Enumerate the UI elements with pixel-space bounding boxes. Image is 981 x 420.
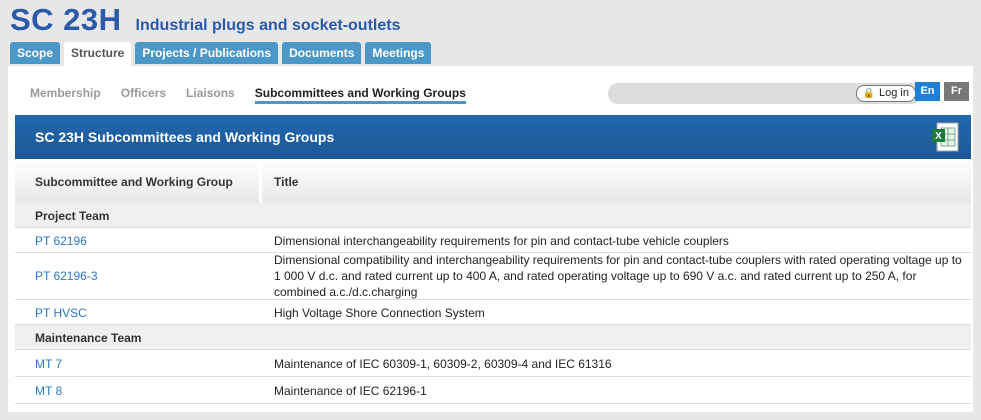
pt-hvsc-link[interactable]: PT HVSC: [35, 306, 87, 320]
row-title: Dimensional compatibility and interchang…: [274, 253, 962, 299]
lock-icon: 🔒: [862, 88, 876, 99]
subnav-liaisons[interactable]: Liaisons: [186, 86, 235, 104]
column-divider: [259, 159, 262, 203]
table-row: MT 7 Maintenance of IEC 60309-1, 60309-2…: [15, 350, 971, 377]
mt-7-link[interactable]: MT 7: [35, 357, 62, 371]
pt-62196-link[interactable]: PT 62196: [35, 234, 87, 248]
row-title: Maintenance of IEC 60309-1, 60309-2, 603…: [274, 357, 612, 371]
sub-navigation: Membership Officers Liaisons Subcommitte…: [30, 86, 466, 104]
main-tabs: Scope Structure Projects / Publications …: [10, 42, 432, 66]
tab-documents[interactable]: Documents: [282, 42, 362, 64]
column-header-group: Subcommittee and Working Group: [35, 175, 233, 189]
row-title: Maintenance of IEC 62196-1: [274, 384, 427, 398]
language-en-button[interactable]: En: [915, 82, 940, 101]
pt-62196-3-link[interactable]: PT 62196-3: [35, 269, 98, 283]
search-bar[interactable]: 🔒 Log in: [608, 83, 922, 104]
page-header: SC 23H Industrial plugs and socket-outle…: [10, 2, 400, 42]
subnav-subcommittees[interactable]: Subcommittees and Working Groups: [254, 86, 466, 104]
group-row-project-team: Project Team: [15, 203, 971, 228]
table-row: PT 62196-3 Dimensional compatibility and…: [15, 253, 971, 300]
tab-scope[interactable]: Scope: [10, 42, 61, 64]
svg-text:X: X: [935, 131, 942, 142]
committee-name: Industrial plugs and socket-outlets: [135, 17, 401, 34]
excel-export-icon[interactable]: X: [931, 122, 959, 152]
tab-structure[interactable]: Structure: [64, 42, 132, 66]
committee-code: SC 23H: [10, 2, 122, 37]
section-title: SC 23H Subcommittees and Working Groups: [35, 129, 335, 145]
table-header: Subcommittee and Working Group Title: [15, 159, 971, 203]
content-panel: Membership Officers Liaisons Subcommitte…: [8, 66, 973, 412]
tab-meetings[interactable]: Meetings: [365, 42, 432, 64]
table-row: PT 62196 Dimensional interchangeability …: [15, 228, 971, 253]
language-fr-button[interactable]: Fr: [944, 82, 969, 101]
tab-projects-publications[interactable]: Projects / Publications: [135, 42, 279, 64]
section-title-bar: SC 23H Subcommittees and Working Groups …: [15, 115, 971, 159]
login-label: Log in: [879, 87, 909, 99]
subnav-officers[interactable]: Officers: [121, 86, 166, 104]
group-label: Project Team: [35, 209, 110, 223]
row-title: Dimensional interchangeability requireme…: [274, 234, 729, 248]
row-title: High Voltage Shore Connection System: [274, 306, 485, 320]
group-label: Maintenance Team: [35, 331, 142, 345]
table-row: MT 8 Maintenance of IEC 62196-1: [15, 377, 971, 404]
table-row: PT HVSC High Voltage Shore Connection Sy…: [15, 300, 971, 325]
login-button[interactable]: 🔒 Log in: [855, 85, 916, 102]
mt-8-link[interactable]: MT 8: [35, 384, 62, 398]
subnav-membership[interactable]: Membership: [30, 86, 101, 104]
column-header-title: Title: [274, 175, 299, 189]
group-row-maintenance-team: Maintenance Team: [15, 325, 971, 350]
